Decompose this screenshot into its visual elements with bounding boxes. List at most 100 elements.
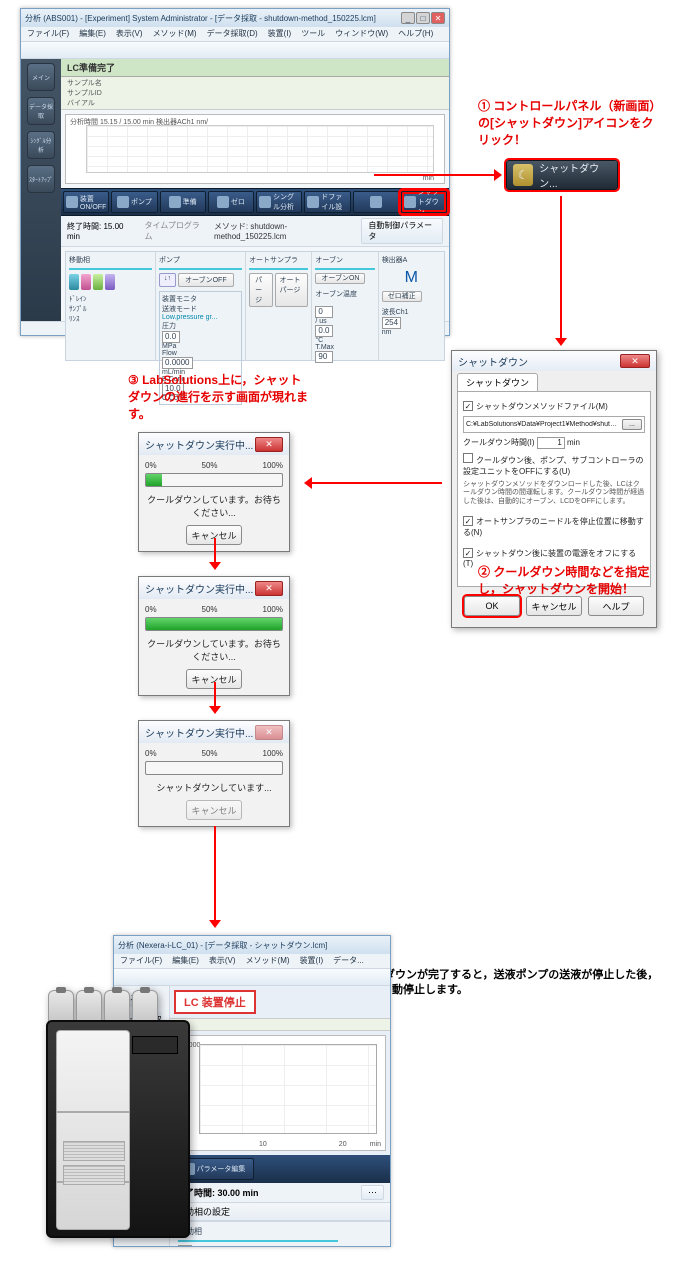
menu-item[interactable]: ウィンドウ(W) <box>335 28 388 40</box>
minimize-button[interactable]: _ <box>401 12 415 24</box>
menu-item[interactable]: データ採取(D) <box>207 28 258 40</box>
sd-ok-button[interactable]: OK <box>464 596 520 616</box>
sd-desc: シャットダウンメソッドをダウンロードした後、LCはクールダウン時間の間運転します… <box>463 481 645 506</box>
chk-file-label: シャットダウンメソッドファイル(M) <box>476 402 608 411</box>
final-toolbar-row[interactable] <box>114 968 390 986</box>
btn-autopurge[interactable]: オートパージ <box>275 273 308 307</box>
menu-item[interactable]: メソッド(M) <box>153 28 197 40</box>
tmax[interactable]: 90 <box>315 351 333 363</box>
pdlg2-titlebar[interactable]: シャットダウン実行中... ✕ <box>139 577 289 599</box>
sd-close-button[interactable]: ✕ <box>620 354 650 368</box>
cooldown-input[interactable]: 1 <box>537 437 565 449</box>
toolbar-methodfile[interactable]: メソッドファイル設定 <box>304 191 350 213</box>
chk-units[interactable] <box>463 453 473 463</box>
sd-tab[interactable]: シャットダウン <box>457 373 538 391</box>
scale-label: 100% <box>263 749 283 758</box>
instrument-toolbar: 装置ON/OFF ポンプ 準備 ゼロ シングル分析 メソッドファイル設定 シャッ… <box>61 188 449 216</box>
bottle-icon[interactable] <box>93 274 103 290</box>
wavelength[interactable]: 254 <box>382 317 401 329</box>
btn-purge[interactable]: パージ <box>249 273 273 307</box>
arrow-icon <box>214 826 216 926</box>
side-main-icon[interactable]: メイン <box>27 63 55 91</box>
side-startup-icon[interactable]: ｽﾀｰﾄｱｯﾌﾟ <box>27 165 55 193</box>
toolbar-ready[interactable]: 準備 <box>160 191 206 213</box>
btn-auto-params[interactable]: 自動制御パラメータ <box>361 218 443 244</box>
label-oven: オーブン <box>315 255 374 265</box>
toolbar-single[interactable]: シングル分析 <box>256 191 302 213</box>
sd-path-input[interactable]: C:¥LabSolutions¥Data¥Project1¥Method¥shu… <box>463 416 645 433</box>
shutdown-icon: ☾ <box>513 164 533 186</box>
menu-item[interactable]: ファイル(F) <box>120 955 162 967</box>
menu-item[interactable]: データ... <box>333 955 364 967</box>
final-phase-val[interactable]: A <box>178 1245 192 1247</box>
pdlg2-title: シャットダウン実行中... <box>145 581 253 596</box>
main-window-titlebar[interactable]: 分析 (ABS001) - [Experiment] System Admini… <box>21 9 449 27</box>
menu-item[interactable]: 表示(V) <box>209 955 236 967</box>
tab-timeprogram[interactable]: タイムプログラム <box>144 220 203 242</box>
chk-power[interactable]: ✓ <box>463 548 473 558</box>
left-side-panel: メイン データ採取 ｼﾝｸﾞﾙ分析 ｽﾀｰﾄｱｯﾌﾟ <box>21 59 61 321</box>
btn-download[interactable]: ↓↑ <box>159 273 176 287</box>
menu-item[interactable]: ヘルプ(H) <box>398 28 433 40</box>
bottle-icon[interactable] <box>105 274 115 290</box>
final-title: 分析 (Nexera-i-LC_01) - [データ採取 - シャットダウン.l… <box>118 940 327 951</box>
toolbar-onoff[interactable]: 装置ON/OFF <box>63 191 109 213</box>
sd-cancel-button[interactable]: キャンセル <box>526 596 582 616</box>
oven-temp-set[interactable]: 0.0 <box>315 325 333 337</box>
main-toolbar[interactable] <box>21 41 449 59</box>
hplc-instrument-image <box>46 990 194 1242</box>
pdlg3-titlebar[interactable]: シャットダウン実行中... ✕ <box>139 721 289 743</box>
pdlg3-close: ✕ <box>255 725 283 740</box>
pdlg3-cancel: キャンセル <box>186 800 242 820</box>
endtime-label: 終了時間: 15.00 min <box>67 221 134 241</box>
sd-help-button[interactable]: ヘルプ <box>588 596 644 616</box>
pdlg2-close[interactable]: ✕ <box>255 581 283 596</box>
final-btn[interactable]: ⋯ <box>361 1185 384 1200</box>
pdlg2-msg: クールダウンしています。お待ちください... <box>145 637 283 663</box>
step2-caption: ② クールダウン時間などを指定し，シャットダウンを開始！ <box>478 564 658 598</box>
shutdown-label: シャットダウン... <box>539 160 611 190</box>
final-titlebar[interactable]: 分析 (Nexera-i-LC_01) - [データ採取 - シャットダウン.l… <box>114 936 390 954</box>
menu-item[interactable]: 編集(E) <box>79 28 106 40</box>
oven-temp[interactable]: 0 <box>315 306 333 318</box>
toolbar-shutdown[interactable]: シャットダウン... <box>401 191 447 213</box>
menu-item[interactable]: 編集(E) <box>172 955 199 967</box>
tab-method[interactable]: メソッド: shutdown-method_150225.lcm <box>214 221 351 241</box>
sd-path-value: C:¥LabSolutions¥Data¥Project1¥Method¥shu… <box>466 421 618 428</box>
scale-label: 0% <box>145 605 157 614</box>
menu-item[interactable]: ファイル(F) <box>27 28 69 40</box>
progress-dialog-2: シャットダウン実行中... ✕ 0% 50% 100% クールダウンしています。… <box>138 576 290 696</box>
menu-item[interactable]: ツール <box>301 28 325 40</box>
pdlg1-close[interactable]: ✕ <box>255 437 283 452</box>
toolbar-extra[interactable] <box>353 191 399 213</box>
scale-label: 50% <box>202 605 218 614</box>
bottle-icon[interactable] <box>81 274 91 290</box>
chk-file[interactable]: ✓ <box>463 401 473 411</box>
maximize-button[interactable]: □ <box>416 12 430 24</box>
btn-zero[interactable]: ゼロ補正 <box>382 291 422 302</box>
menu-item[interactable]: 表示(V) <box>116 28 143 40</box>
toolbar-zero[interactable]: ゼロ <box>208 191 254 213</box>
endtime-bar: 終了時間: 15.00 min タイムプログラム メソッド: shutdown-… <box>61 216 449 247</box>
browse-button[interactable]: ... <box>622 419 642 430</box>
chk-needle[interactable]: ✓ <box>463 516 473 526</box>
toolbar-pump[interactable]: ポンプ <box>111 191 157 213</box>
final-chart[interactable]: 100000 0 10 20 min <box>174 1035 386 1151</box>
bottle-icon[interactable] <box>69 274 79 290</box>
close-button[interactable]: ✕ <box>431 12 445 24</box>
menu-item[interactable]: 装置(I) <box>300 955 324 967</box>
btn-oven-on[interactable]: オーブンON <box>315 273 365 284</box>
side-data-icon[interactable]: データ採取 <box>27 97 55 125</box>
final-menubar[interactable]: ファイル(F) 編集(E) 表示(V) メソッド(M) 装置(I) データ... <box>114 954 390 968</box>
flow-value[interactable]: 0.0000 <box>162 357 192 369</box>
menu-item[interactable]: メソッド(M) <box>246 955 290 967</box>
shutdown-toolbar-button[interactable]: ☾ シャットダウン... <box>506 160 618 190</box>
progress-dialog-3: シャットダウン実行中... ✕ 0% 50% 100% シャットダウンしています… <box>138 720 290 827</box>
scale-label: 0% <box>145 749 157 758</box>
side-single-icon[interactable]: ｼﾝｸﾞﾙ分析 <box>27 131 55 159</box>
pdlg1-titlebar[interactable]: シャットダウン実行中... ✕ <box>139 433 289 455</box>
btn-oven-off[interactable]: オーブンOFF <box>178 273 234 287</box>
sd-dialog-titlebar[interactable]: シャットダウン ✕ <box>452 351 656 371</box>
menu-item[interactable]: 装置(I) <box>268 28 292 40</box>
main-menubar[interactable]: ファイル(F) 編集(E) 表示(V) メソッド(M) データ採取(D) 装置(… <box>21 27 449 41</box>
